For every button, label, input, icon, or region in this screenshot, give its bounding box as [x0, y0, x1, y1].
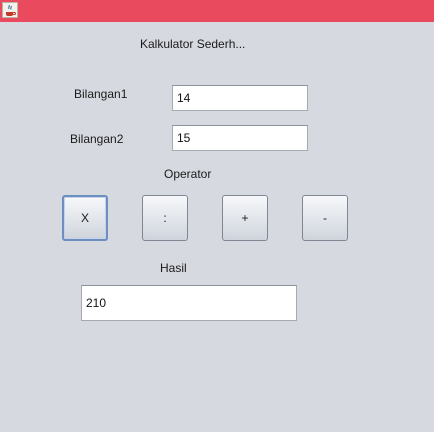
subtract-button[interactable]: -: [302, 195, 348, 241]
bilangan1-input[interactable]: [172, 85, 308, 111]
bilangan2-input[interactable]: [172, 125, 308, 151]
operator-label: Operator: [164, 167, 212, 181]
hasil-label: Hasil: [160, 261, 187, 275]
bilangan2-label: Bilangan2: [70, 132, 124, 146]
multiply-button[interactable]: X: [62, 195, 108, 241]
bilangan1-label: Bilangan1: [74, 87, 128, 101]
title-bar[interactable]: [0, 0, 434, 22]
java-coffee-icon[interactable]: [2, 2, 18, 18]
app-window: Kalkulator Sederh... Bilangan1 Bilangan2…: [0, 0, 434, 432]
add-button[interactable]: +: [222, 195, 268, 241]
app-title-label: Kalkulator Sederh...: [140, 37, 246, 51]
hasil-output-field[interactable]: [81, 285, 297, 321]
divide-button[interactable]: :: [142, 195, 188, 241]
